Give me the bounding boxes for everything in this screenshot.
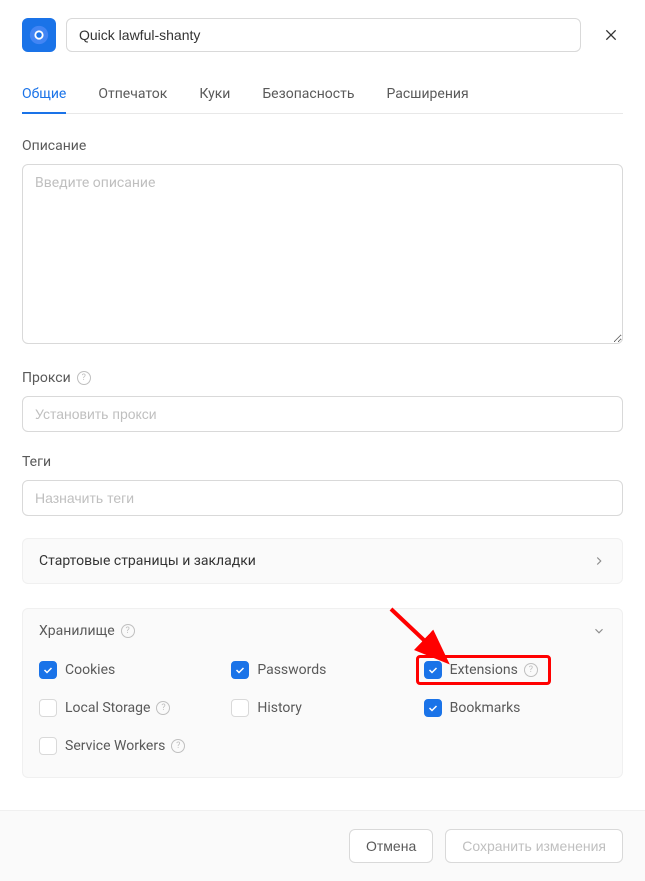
help-icon[interactable]: ? [156, 701, 170, 715]
storage-section: Хранилище ? Cookies Passwords Extensions? L… [22, 608, 623, 778]
checkbox[interactable] [424, 699, 442, 717]
tab-cookies[interactable]: Куки [199, 76, 230, 114]
proxy-group: Прокси ? [22, 370, 623, 432]
checkbox-label: Service Workers? [65, 738, 185, 754]
tab-fingerprint[interactable]: Отпечаток [98, 76, 167, 114]
checkbox-label: Cookies [65, 662, 115, 678]
storage-item-extensions[interactable]: Extensions? [424, 661, 606, 679]
chevron-right-icon [592, 554, 606, 568]
proxy-label: Прокси ? [22, 370, 623, 386]
profile-name-input[interactable] [66, 18, 581, 52]
tab-extensions[interactable]: Расширения [386, 76, 468, 114]
header-row [22, 18, 623, 52]
help-icon[interactable]: ? [121, 624, 135, 638]
proxy-input[interactable] [22, 396, 623, 432]
checkbox[interactable] [39, 737, 57, 755]
startpages-title: Стартовые страницы и закладки [39, 553, 256, 569]
storage-item-bookmarks[interactable]: Bookmarks [424, 699, 606, 717]
storage-item-service-workers[interactable]: Service Workers? [39, 737, 221, 755]
tabs: Общие Отпечаток Куки Безопасность Расшир… [22, 76, 623, 114]
close-icon [603, 27, 619, 43]
checkbox[interactable] [231, 661, 249, 679]
storage-item-passwords[interactable]: Passwords [231, 661, 413, 679]
storage-title: Хранилище [39, 623, 115, 639]
tags-label: Теги [22, 454, 623, 470]
checkbox[interactable] [231, 699, 249, 717]
storage-grid: Cookies Passwords Extensions? Local Storage… [23, 653, 622, 777]
checkbox-label: Extensions? [450, 662, 538, 678]
tab-general[interactable]: Общие [22, 76, 66, 114]
startpages-section: Стартовые страницы и закладки [22, 538, 623, 584]
cancel-button[interactable]: Отмена [349, 829, 433, 863]
checkbox-label: History [257, 700, 302, 716]
checkbox[interactable] [424, 661, 442, 679]
tags-input[interactable] [22, 480, 623, 516]
help-icon[interactable]: ? [77, 371, 91, 385]
storage-item-history[interactable]: History [231, 699, 413, 717]
help-icon[interactable]: ? [171, 739, 185, 753]
description-input[interactable] [22, 164, 623, 344]
storage-header[interactable]: Хранилище ? [23, 609, 622, 653]
checkbox[interactable] [39, 699, 57, 717]
storage-item-cookies[interactable]: Cookies [39, 661, 221, 679]
checkbox-label: Bookmarks [450, 700, 521, 716]
storage-item-local-storage[interactable]: Local Storage? [39, 699, 221, 717]
help-icon[interactable]: ? [524, 663, 538, 677]
startpages-header[interactable]: Стартовые страницы и закладки [23, 539, 622, 583]
tags-group: Теги [22, 454, 623, 516]
app-icon [22, 18, 56, 52]
description-group: Описание [22, 138, 623, 348]
footer: Отмена Сохранить изменения [0, 810, 645, 881]
proxy-label-text: Прокси [22, 370, 71, 386]
save-button[interactable]: Сохранить изменения [445, 829, 623, 863]
tab-security[interactable]: Безопасность [262, 76, 354, 114]
chevron-down-icon [592, 624, 606, 638]
checkbox-label: Local Storage? [65, 700, 170, 716]
close-button[interactable] [599, 23, 623, 47]
checkbox[interactable] [39, 661, 57, 679]
checkbox-label: Passwords [257, 662, 326, 678]
description-label: Описание [22, 138, 623, 154]
